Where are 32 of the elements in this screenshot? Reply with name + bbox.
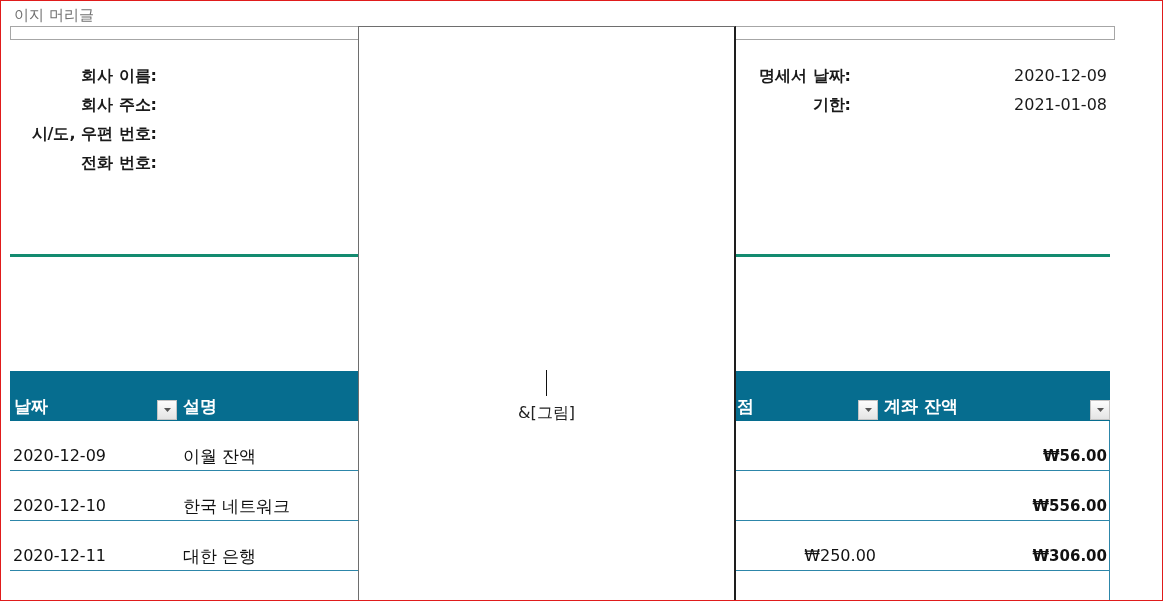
header-section-box[interactable]: &[그림] bbox=[358, 26, 736, 600]
caret-icon bbox=[1096, 408, 1104, 412]
balance-cell-text: ₩556.00 bbox=[1032, 496, 1107, 517]
statement-field-label: 기한: bbox=[811, 94, 851, 116]
column-header: 설명 bbox=[183, 395, 217, 418]
column-header: 점 bbox=[737, 395, 754, 418]
filter-dropdown-button[interactable] bbox=[157, 400, 177, 420]
description-cell-text: 이월 잔액 bbox=[183, 445, 257, 468]
description-cell-text: 한국 네트워크 bbox=[183, 495, 291, 518]
date-cell-text: 2020-12-09 bbox=[13, 445, 106, 467]
company-field-label: 전화 번호: bbox=[81, 152, 157, 174]
company-field-label: 시/도, 우편 번호: bbox=[31, 123, 157, 145]
filter-dropdown-button[interactable] bbox=[858, 400, 878, 420]
text-cursor-icon bbox=[546, 370, 547, 396]
caret-icon bbox=[864, 408, 872, 412]
statement-field-value: 2020-12-09 bbox=[1013, 65, 1107, 87]
statement-field-label: 명세서 날짜: bbox=[758, 65, 851, 87]
picture-field-code: &[그림] bbox=[518, 403, 575, 423]
date-cell-text: 2020-12-11 bbox=[13, 545, 106, 567]
column-header: 계좌 잔액 bbox=[884, 395, 958, 418]
company-field-label: 회사 이름: bbox=[81, 65, 157, 87]
column-header: 날짜 bbox=[14, 395, 48, 418]
date-cell-text: 2020-12-10 bbox=[13, 495, 106, 517]
balance-cell-text: ₩306.00 bbox=[1032, 546, 1107, 567]
statement-field-value: 2021-01-08 bbox=[1013, 94, 1107, 116]
filter-dropdown-button[interactable] bbox=[1090, 400, 1110, 420]
amount-cell-text: ₩250.00 bbox=[804, 545, 876, 567]
company-field-label: 회사 주소: bbox=[81, 94, 157, 116]
balance-cell-text: ₩56.00 bbox=[1043, 446, 1107, 467]
caret-icon bbox=[163, 408, 171, 412]
description-cell-text: 대한 은행 bbox=[183, 545, 257, 568]
header-label: 이지 머리글 bbox=[14, 6, 94, 24]
